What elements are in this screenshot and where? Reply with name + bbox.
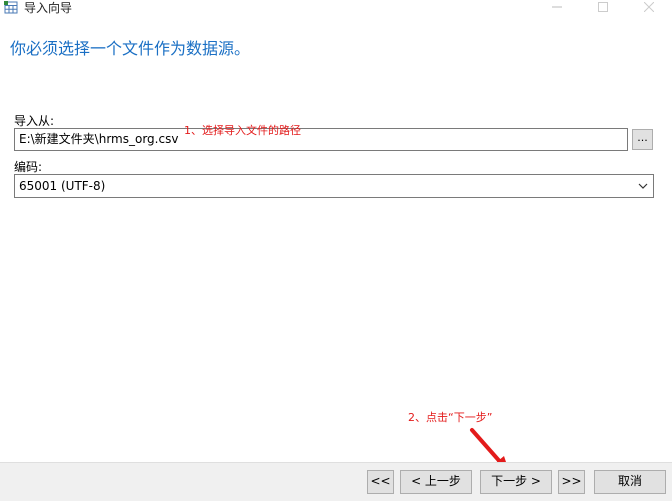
browse-button[interactable]: ... — [632, 129, 653, 150]
minimize-button[interactable] — [534, 0, 580, 18]
annotation-step2: 2、点击“下一步” — [408, 411, 493, 424]
window-title: 导入向导 — [24, 1, 73, 15]
import-wizard-icon — [4, 1, 18, 14]
encoding-select[interactable]: 65001 (UTF-8) — [14, 174, 654, 198]
prev-button[interactable]: < 上一步 — [400, 470, 472, 494]
minimize-icon — [552, 6, 562, 8]
last-button[interactable]: >> — [558, 470, 585, 494]
close-icon — [643, 1, 655, 13]
close-button[interactable] — [626, 0, 672, 18]
title-bar: 导入向导 — [0, 0, 672, 18]
first-button[interactable]: << — [367, 470, 394, 494]
next-button[interactable]: 下一步 > — [480, 470, 552, 494]
cancel-button[interactable]: 取消 — [594, 470, 666, 494]
chevron-down-icon — [638, 183, 648, 189]
import-from-label: 导入从: — [14, 114, 55, 128]
page-heading: 你必须选择一个文件作为数据源。 — [10, 39, 251, 58]
encoding-selected-value: 65001 (UTF-8) — [19, 179, 106, 193]
encoding-label: 编码: — [14, 160, 43, 174]
maximize-icon — [598, 2, 608, 12]
maximize-button[interactable] — [580, 0, 626, 18]
annotation-step1: 1、选择导入文件的路径 — [184, 124, 301, 137]
file-path-value: E:\新建文件夹\hrms_org.csv — [19, 132, 179, 146]
file-path-input[interactable]: E:\新建文件夹\hrms_org.csv — [14, 128, 628, 151]
